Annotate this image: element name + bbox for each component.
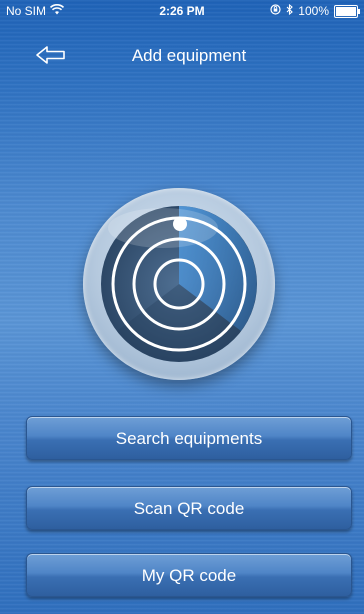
orientation-lock-icon [270,4,281,18]
battery-fill [336,6,356,16]
add-equipment-screen: No SIM 2:26 PM 100% Add equipment Search… [0,0,364,614]
battery-percent: 100% [298,4,329,18]
scan-qr-code-button[interactable]: Scan QR code [26,486,352,530]
radar-icon[interactable] [83,188,275,380]
status-right: 100% [270,3,360,18]
radar-container [83,188,275,380]
my-qr-code-button[interactable]: My QR code [26,553,352,597]
battery-icon [334,4,360,18]
nav-bar: Add equipment [0,36,364,76]
status-bar: No SIM 2:26 PM 100% [0,0,364,22]
search-equipments-button[interactable]: Search equipments [26,416,352,460]
bluetooth-icon [286,3,294,18]
page-title: Add equipment [131,46,247,65]
